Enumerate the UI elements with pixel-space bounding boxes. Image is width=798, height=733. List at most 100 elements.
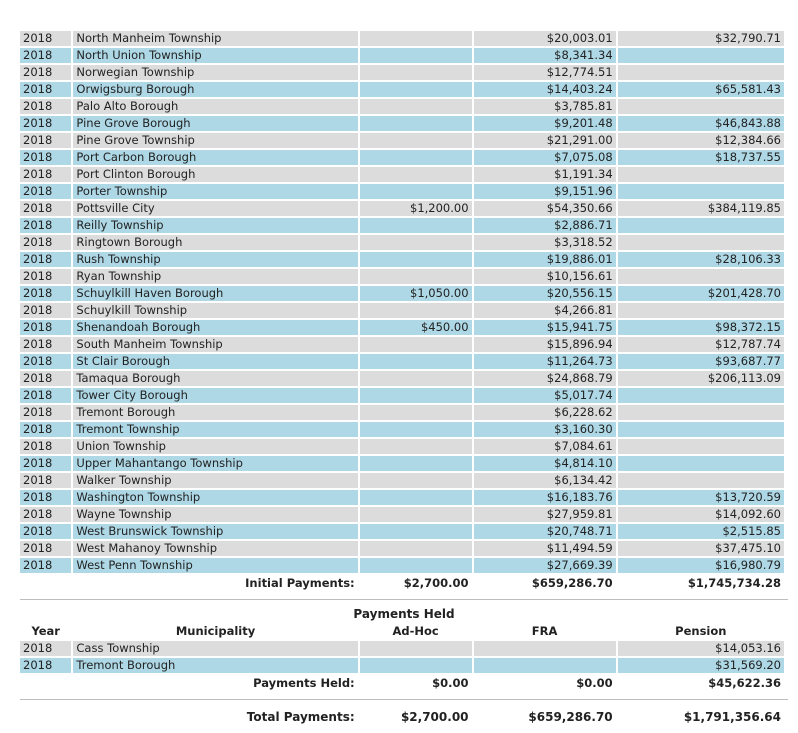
pension-cell: $12,787.74 [617,337,784,352]
table-row: 2018 Palo Alto Borough $3,785.81 [20,99,784,114]
pension-cell [617,48,784,63]
table-row: 2018 Reilly Township $2,886.71 [20,218,784,233]
adhoc-cell [359,184,472,199]
year-cell: 2018 [20,541,72,556]
fra-cell: $1,191.34 [473,167,616,182]
fra-cell: $12,774.51 [473,65,616,80]
year-cell: 2018 [20,337,72,352]
fra-cell: $20,748.71 [473,524,616,539]
table-row: 2018 South Manheim Township $15,896.94 $12,… [20,337,784,352]
municipality-cell: Orwigsburg Borough [73,82,358,97]
fra-cell: $15,941.75 [473,320,616,335]
fra-cell [473,641,616,656]
pension-cell: $2,515.85 [617,524,784,539]
initial-payments-label: Initial Payments: [245,575,355,590]
year-cell: 2018 [20,456,72,471]
pension-cell [617,65,784,80]
adhoc-cell [359,405,472,420]
table-row: 2018 Schuylkill Township $4,266.81 [20,303,784,318]
table-row: 2018 Walker Township $6,134.42 [20,473,784,488]
pension-cell: $98,372.15 [617,320,784,335]
section-divider [20,599,788,600]
total-divider [20,699,788,700]
year-cell: 2018 [20,473,72,488]
fra-cell [473,658,616,673]
table-row: 2018 Wayne Township $27,959.81 $14,092.60 [20,507,784,522]
held-adhoc-total: $0.00 [432,675,469,690]
municipality-cell: Tamaqua Borough [73,371,358,386]
payments-held-label: Payments Held: [253,675,355,690]
fra-cell: $11,264.73 [473,354,616,369]
payments-held-title: Payments Held [353,607,455,621]
pension-cell: $31,569.20 [617,658,784,673]
municipality-cell: West Penn Township [73,558,358,573]
adhoc-cell [359,218,472,233]
adhoc-cell [359,337,472,352]
municipality-cell: Tremont Borough [73,405,358,420]
pension-cell: $93,687.77 [617,354,784,369]
adhoc-cell [359,31,472,46]
municipality-cell: Porter Township [73,184,358,199]
year-cell: 2018 [20,286,72,301]
fra-cell: $4,266.81 [473,303,616,318]
adhoc-cell [359,473,472,488]
municipality-cell: West Mahanoy Township [73,541,358,556]
pension-cell: $28,106.33 [617,252,784,267]
table-row: 2018 Union Township $7,084.61 [20,439,784,454]
year-cell: 2018 [20,405,72,420]
adhoc-cell: $450.00 [359,320,472,335]
pension-cell: $37,475.10 [617,541,784,556]
year-cell: 2018 [20,320,72,335]
adhoc-cell [359,167,472,182]
pension-cell [617,405,784,420]
year-cell: 2018 [20,65,72,80]
fra-cell: $8,341.34 [473,48,616,63]
year-cell: 2018 [20,133,72,148]
pension-column-header: Pension [675,624,727,638]
adhoc-cell [359,99,472,114]
year-cell: 2018 [20,167,72,182]
total-payments-label: Total Payments: [246,710,355,724]
fra-cell: $3,318.52 [473,235,616,250]
fra-cell: $20,003.01 [473,31,616,46]
fra-cell: $11,494.59 [473,541,616,556]
municipality-cell: Cass Township [73,641,358,656]
adhoc-cell [359,82,472,97]
adhoc-cell: $1,200.00 [359,201,472,216]
year-cell: 2018 [20,490,72,505]
fra-cell: $7,084.61 [473,439,616,454]
fra-cell: $27,669.39 [473,558,616,573]
initial-adhoc-total: $2,700.00 [403,575,469,590]
pension-cell [617,388,784,403]
adhoc-cell [359,439,472,454]
municipality-cell: Rush Township [73,252,358,267]
fra-cell: $21,291.00 [473,133,616,148]
initial-fra-total: $659,286.70 [531,575,613,590]
total-pension: $1,791,356.64 [683,710,781,724]
fra-cell: $7,075.08 [473,150,616,165]
adhoc-cell [359,269,472,284]
adhoc-cell [359,541,472,556]
municipality-cell: Wayne Township [73,507,358,522]
year-cell: 2018 [20,48,72,63]
fra-cell: $16,183.76 [473,490,616,505]
table-row: 2018 Porter Township $9,151.96 [20,184,784,199]
pension-cell: $32,790.71 [617,31,784,46]
pension-cell [617,99,784,114]
adhoc-cell [359,65,472,80]
table-row: 2018 Ryan Township $10,156.61 [20,269,784,284]
pension-cell [617,473,784,488]
municipality-cell: Tremont Township [73,422,358,437]
adhoc-cell [359,658,472,673]
total-payments-row: Total Payments: $2,700.00 $659,286.70 $1… [20,708,784,726]
year-cell: 2018 [20,641,72,656]
table-row: 2018 West Brunswick Township $20,748.71 $2,… [20,524,784,539]
municipality-cell: Washington Township [73,490,358,505]
pension-cell [617,439,784,454]
total-adhoc: $2,700.00 [400,710,469,724]
municipality-cell: Schuylkill Haven Borough [73,286,358,301]
table-row: 2018 Orwigsburg Borough $14,403.24 $65,581.… [20,82,784,97]
municipality-cell: Port Carbon Borough [73,150,358,165]
pension-cell: $65,581.43 [617,82,784,97]
fra-cell: $10,156.61 [473,269,616,284]
